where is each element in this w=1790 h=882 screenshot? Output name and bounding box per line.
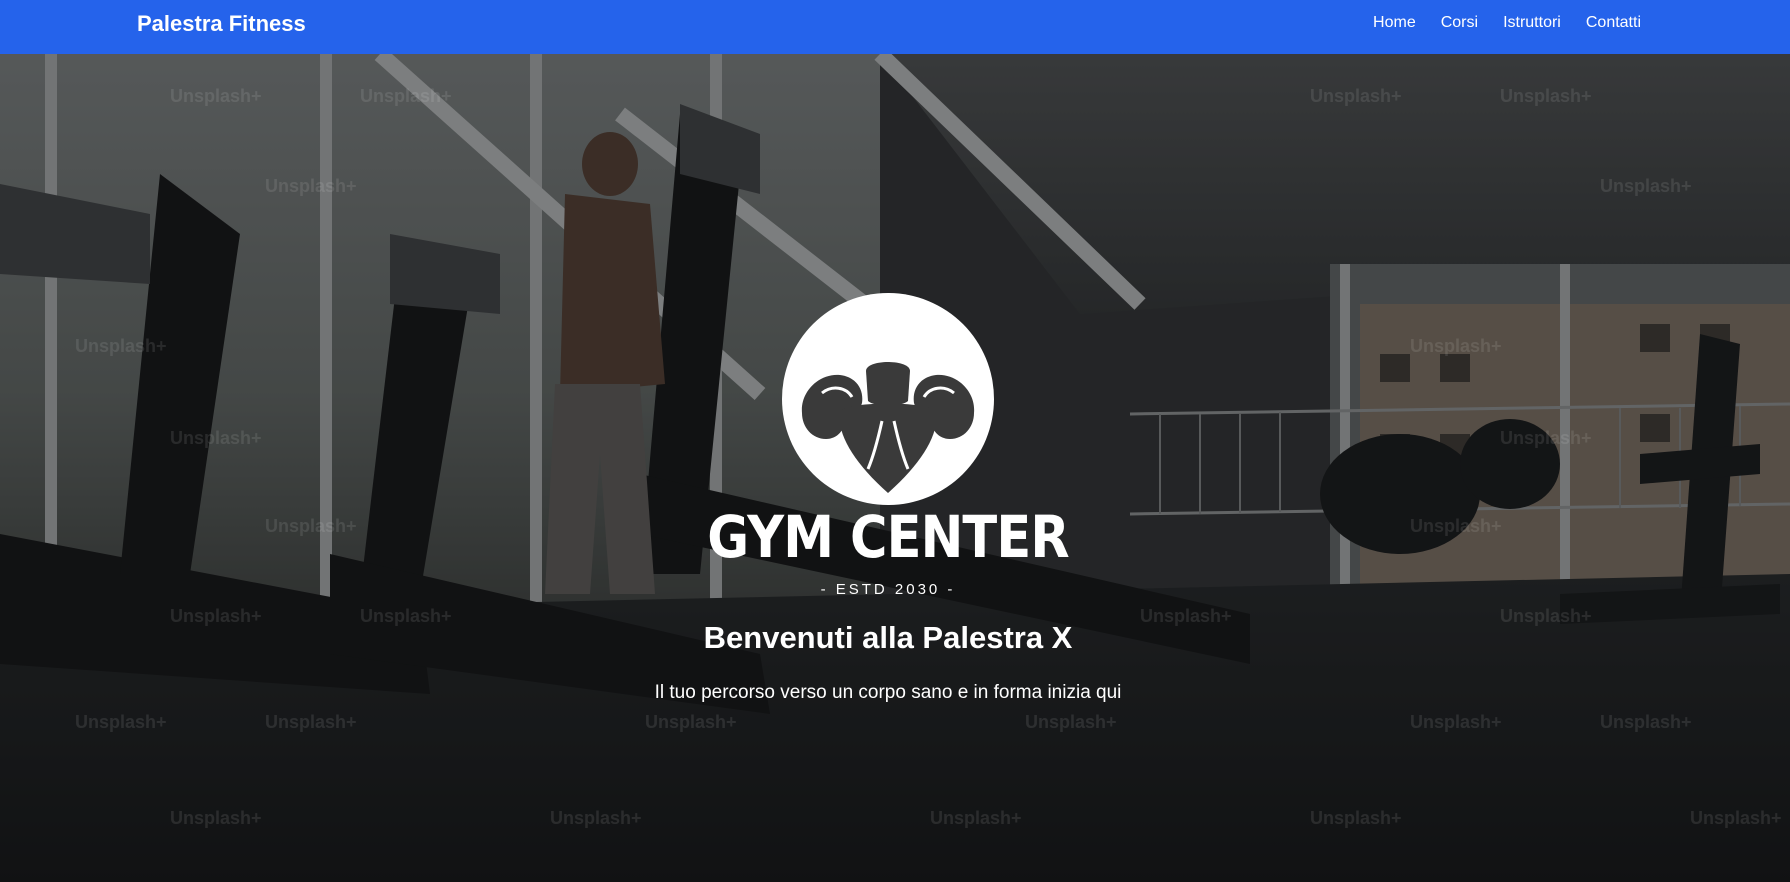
nav-link-contatti[interactable]: Contatti <box>1586 14 1641 31</box>
hero-section: Unsplash+ Unsplash+ Unsplash+ Unsplash+ … <box>0 54 1790 882</box>
logo-subtitle: - ESTD 2030 - <box>820 581 956 598</box>
nav-link-home[interactable]: Home <box>1373 14 1416 31</box>
flexing-arms-icon <box>782 293 994 505</box>
nav-links: Home Corsi Istruttori Contatti <box>1373 14 1641 32</box>
logo-title: GYM CENTER <box>707 503 1069 571</box>
nav-item-corsi: Corsi <box>1441 14 1478 32</box>
nav-item-contatti: Contatti <box>1586 14 1641 32</box>
nav-link-istruttori[interactable]: Istruttori <box>1503 14 1561 31</box>
brand-link[interactable]: Palestra Fitness <box>137 11 306 37</box>
nav-link-corsi[interactable]: Corsi <box>1441 14 1478 31</box>
navbar: Palestra Fitness Home Corsi Istruttori C… <box>0 0 1790 54</box>
nav-item-istruttori: Istruttori <box>1503 14 1561 32</box>
hero-heading: Benvenuti alla Palestra X <box>703 620 1073 655</box>
nav-item-home: Home <box>1373 14 1416 32</box>
hero-subheading: Il tuo percorso verso un corpo sano e in… <box>654 682 1122 703</box>
